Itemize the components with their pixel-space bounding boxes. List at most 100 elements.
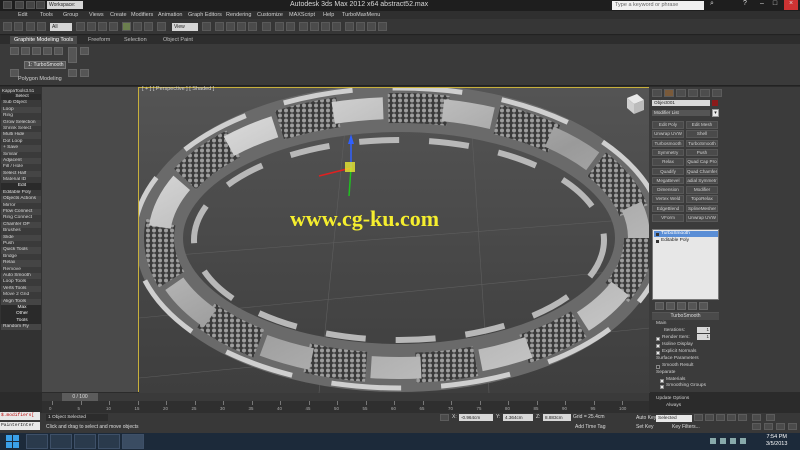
rendered-frame-icon[interactable] bbox=[367, 22, 376, 31]
file-explorer-icon[interactable] bbox=[50, 434, 72, 449]
track-bar[interactable]: 0 5 10 15 20 25 30 35 40 45 50 55 60 65 70 75 80 85 90 95 10… bbox=[42, 401, 649, 413]
menu-turbomaxmenu[interactable]: TurboMaxMenu bbox=[342, 11, 380, 19]
close-icon[interactable]: × bbox=[784, 0, 798, 10]
modify-mode-icon[interactable] bbox=[68, 47, 77, 63]
save-file-icon[interactable] bbox=[36, 1, 45, 9]
modifier-button[interactable]: TurboSmooth bbox=[686, 139, 718, 148]
material-editor-icon[interactable] bbox=[345, 22, 354, 31]
menu-maxscript[interactable]: MAXScript bbox=[289, 11, 315, 19]
maxscript-listener-output[interactable]: PainterInter bbox=[0, 422, 40, 430]
modifier-button[interactable]: Symmetry bbox=[652, 148, 684, 157]
modifier-button[interactable]: adial Symmetr bbox=[686, 176, 718, 185]
scale-icon[interactable] bbox=[144, 22, 153, 31]
materials-checkbox[interactable] bbox=[660, 379, 664, 383]
render-iters-spinner[interactable]: 1 bbox=[697, 334, 710, 340]
render-iters-checkbox[interactable] bbox=[656, 337, 660, 341]
key-filters-button[interactable]: Key Filters... bbox=[672, 424, 700, 430]
motion-tab-icon[interactable] bbox=[688, 89, 698, 97]
isoline-display-checkbox[interactable] bbox=[656, 344, 660, 348]
unlink-icon[interactable] bbox=[37, 22, 46, 31]
y-coordinate-field[interactable]: 4.364cm bbox=[503, 414, 533, 421]
explicit-normals-checkbox[interactable] bbox=[656, 351, 660, 355]
time-configuration-icon[interactable] bbox=[766, 414, 775, 421]
minimize-icon[interactable]: – bbox=[757, 0, 767, 10]
create-tab-icon[interactable] bbox=[652, 89, 662, 97]
lock-selection-icon[interactable] bbox=[440, 414, 449, 421]
modifier-button[interactable]: VForm bbox=[652, 214, 684, 222]
play-icon[interactable] bbox=[716, 414, 725, 421]
rotate-icon[interactable] bbox=[133, 22, 142, 31]
next-frame-icon[interactable] bbox=[727, 414, 736, 421]
current-frame-field[interactable] bbox=[752, 414, 761, 421]
spinner-snap-icon[interactable] bbox=[248, 22, 257, 31]
time-slider-thumb[interactable]: 0 / 100 bbox=[62, 393, 98, 401]
key-set-dropdown[interactable]: Selected bbox=[656, 415, 692, 422]
show-end-result-icon[interactable] bbox=[80, 69, 89, 77]
x-coordinate-field[interactable]: -0.964cm bbox=[459, 414, 493, 421]
zoom-icon[interactable] bbox=[752, 423, 761, 430]
polygon-modeling-label[interactable]: Polygon Modeling bbox=[18, 76, 62, 82]
remove-modifier-icon[interactable] bbox=[688, 302, 697, 310]
show-end-result-icon[interactable] bbox=[666, 302, 675, 310]
border-mode-icon[interactable] bbox=[32, 47, 41, 55]
smoothing-groups-checkbox[interactable] bbox=[660, 385, 664, 389]
set-key-button[interactable]: Set Key bbox=[636, 424, 654, 430]
tab-selection[interactable]: Selection bbox=[124, 36, 147, 44]
lightbulb-icon[interactable] bbox=[656, 239, 659, 243]
orbit-icon[interactable] bbox=[776, 423, 785, 430]
selection-filter-dropdown[interactable]: All bbox=[50, 23, 72, 31]
internet-explorer-icon[interactable] bbox=[26, 434, 48, 449]
modifier-button[interactable]: Turbosmooth bbox=[652, 139, 684, 148]
kappatools-item[interactable]: Grow Selection bbox=[1, 119, 41, 126]
toggle-command-panel-icon[interactable] bbox=[80, 47, 89, 55]
tray-network-icon[interactable] bbox=[710, 438, 716, 444]
chevron-down-icon[interactable]: ▾ bbox=[712, 109, 719, 117]
menu-group[interactable]: Group bbox=[63, 11, 78, 19]
make-unique-icon[interactable] bbox=[677, 302, 686, 310]
tray-battery-icon[interactable] bbox=[740, 438, 746, 444]
kappatools-item[interactable]: Objects Actions bbox=[1, 196, 41, 203]
menu-modifiers[interactable]: Modifiers bbox=[131, 11, 153, 19]
menu-rendering[interactable]: Rendering bbox=[226, 11, 251, 19]
modifier-button[interactable]: Edit Poly bbox=[652, 121, 684, 129]
taskbar-clock[interactable]: 7:54 PM 3/5/2013 bbox=[766, 434, 787, 448]
app-menu-icon[interactable] bbox=[3, 1, 12, 9]
tab-freeform[interactable]: Freeform bbox=[88, 36, 110, 44]
layer-manager-icon[interactable] bbox=[299, 22, 308, 31]
menu-edit[interactable]: Edit bbox=[18, 11, 27, 19]
go-to-start-icon[interactable] bbox=[694, 414, 703, 421]
tray-flag-icon[interactable] bbox=[730, 438, 736, 444]
workspace-dropdown[interactable]: Workspace: Default bbox=[47, 1, 83, 16]
render-teapot-icon[interactable] bbox=[378, 22, 387, 31]
menu-graph-editors[interactable]: Graph Editors bbox=[188, 11, 222, 19]
time-slider[interactable]: 0 / 100 bbox=[42, 393, 649, 401]
modifier-button[interactable]: Quadify bbox=[652, 167, 684, 175]
modify-tab-icon[interactable] bbox=[664, 89, 674, 97]
media-player-icon[interactable] bbox=[98, 434, 120, 449]
z-coordinate-field[interactable]: 8.883cm bbox=[543, 414, 571, 421]
start-button-icon[interactable] bbox=[2, 434, 24, 449]
window-crossing-icon[interactable] bbox=[109, 22, 118, 31]
new-file-icon[interactable] bbox=[15, 1, 24, 9]
modifier-button[interactable]: MegaBevel bbox=[652, 176, 684, 185]
redo-icon[interactable] bbox=[14, 22, 23, 31]
always-radio-label[interactable]: Always bbox=[666, 403, 681, 408]
object-name-field[interactable]: Object001 bbox=[652, 100, 710, 106]
help-icon[interactable]: ? bbox=[740, 0, 750, 10]
undo-icon[interactable] bbox=[3, 22, 12, 31]
tab-graphite-modeling-tools[interactable]: Graphite Modeling Tools bbox=[10, 36, 78, 44]
auto-key-button[interactable]: Auto Key bbox=[636, 415, 656, 421]
modifier-button[interactable]: Unwrap UVW bbox=[652, 130, 684, 138]
move-icon[interactable] bbox=[122, 22, 131, 31]
polygon-mode-icon[interactable] bbox=[43, 47, 52, 55]
lightbulb-icon[interactable] bbox=[656, 232, 659, 236]
perspective-viewport[interactable] bbox=[138, 87, 650, 393]
kappatools-item[interactable]: Random Fly bbox=[1, 324, 41, 331]
graphite-toggle-icon[interactable] bbox=[310, 22, 319, 31]
object-color-swatch[interactable] bbox=[712, 100, 718, 106]
3ds-max-taskbar-icon[interactable] bbox=[122, 434, 144, 449]
smooth-result-checkbox[interactable] bbox=[656, 365, 660, 369]
schematic-view-icon[interactable] bbox=[332, 22, 341, 31]
named-selection-icon[interactable] bbox=[262, 22, 271, 31]
open-file-icon[interactable] bbox=[26, 1, 35, 9]
